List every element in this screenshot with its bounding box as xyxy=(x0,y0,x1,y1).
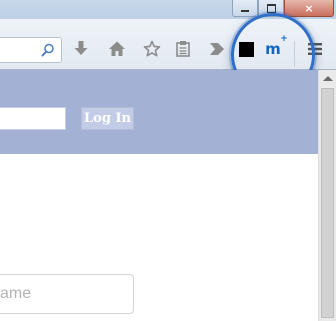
minimize-icon xyxy=(241,10,249,12)
name-field-placeholder: ame xyxy=(0,285,32,302)
download-icon[interactable] xyxy=(70,38,92,60)
reading-list-icon[interactable] xyxy=(172,38,194,60)
restore-button[interactable] xyxy=(258,0,284,17)
overflow-chevron-icon[interactable] xyxy=(206,38,228,60)
home-icon[interactable] xyxy=(106,38,128,60)
vertical-scrollbar[interactable] xyxy=(318,70,336,321)
extension-black-square-icon[interactable] xyxy=(235,38,257,60)
search-icon[interactable] xyxy=(41,43,55,57)
restore-icon xyxy=(266,3,276,13)
scroll-up-arrow-icon[interactable] xyxy=(323,76,333,81)
minimize-button[interactable] xyxy=(232,0,258,17)
bookmark-star-icon[interactable] xyxy=(141,38,163,60)
url-bar[interactable] xyxy=(0,37,62,63)
name-field[interactable]: ame xyxy=(0,274,134,314)
toolbar-separator xyxy=(294,41,295,67)
login-input[interactable] xyxy=(0,107,66,130)
scroll-thumb[interactable] xyxy=(321,88,334,318)
window-titlebar: × xyxy=(0,0,336,19)
close-icon: × xyxy=(304,1,314,15)
login-button[interactable]: Log In xyxy=(81,107,134,130)
menu-hamburger-icon[interactable] xyxy=(304,38,326,60)
browser-toolbar: m + xyxy=(0,19,336,70)
mplus-extension-icon[interactable]: m + xyxy=(262,34,288,60)
close-button[interactable]: × xyxy=(284,0,334,17)
